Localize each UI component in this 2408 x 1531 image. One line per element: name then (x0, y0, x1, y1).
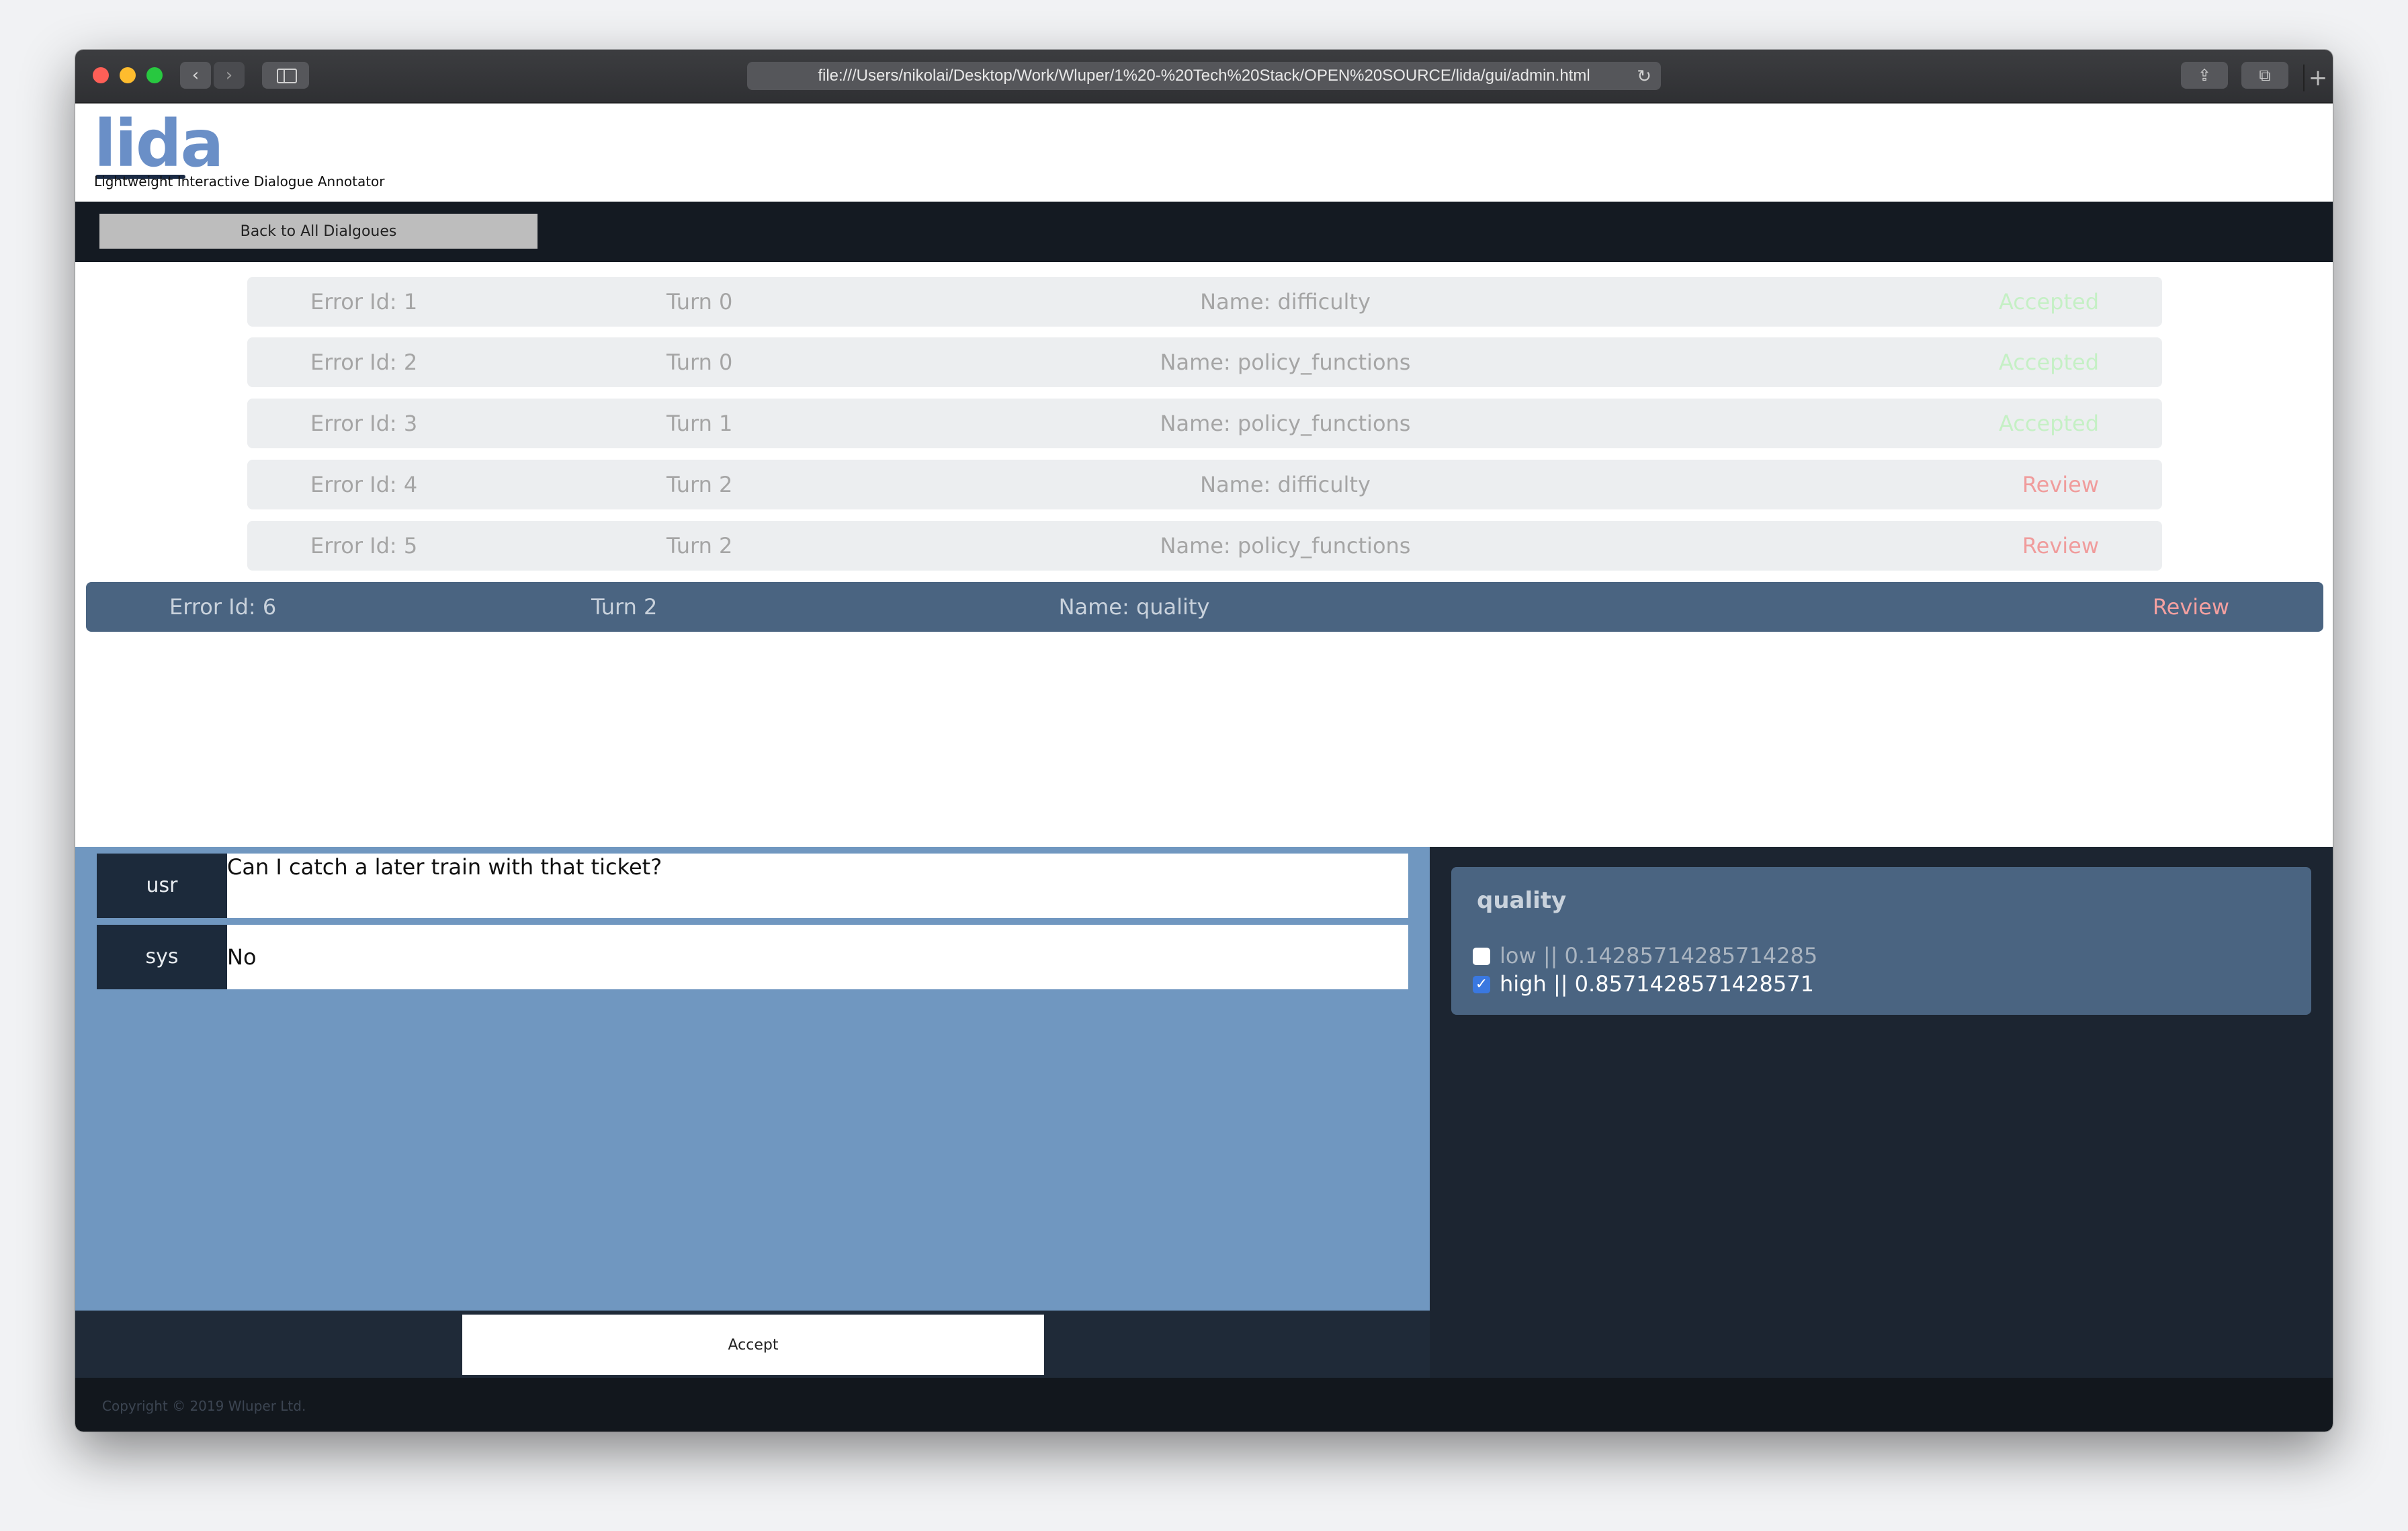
reload-icon[interactable]: ↻ (1637, 62, 1651, 90)
new-tab-icon[interactable]: + (2303, 65, 2331, 91)
sidebar-toggle-button[interactable] (262, 62, 309, 89)
app-subtitle: Lightweight Interactive Dialogue Annotat… (94, 173, 385, 190)
footer: Copyright © 2019 Wluper Ltd. (75, 1378, 2333, 1432)
utterance-text[interactable]: No (227, 925, 1408, 989)
address-bar[interactable]: file:///Users/nikolai/Desktop/Work/Wlupe… (747, 62, 1661, 90)
error-turn: Turn 2 (666, 472, 733, 497)
error-list: Error Id: 1 Turn 0 Name: difficulty Acce… (75, 262, 2333, 800)
error-name: Name: policy_functions (1160, 411, 1411, 436)
forward-icon[interactable]: › (214, 62, 245, 89)
top-navbar: Back to All Dialgoues (75, 202, 2333, 262)
speaker-label: usr (97, 854, 227, 918)
label-panel: quality low || 0.14285714285714285 ✓ hig… (1430, 847, 2333, 1378)
share-icon[interactable]: ⇪ (2181, 62, 2228, 89)
copyright-text: Copyright © 2019 Wluper Ltd. (102, 1398, 306, 1414)
error-id: Error Id: 1 (310, 289, 418, 315)
back-to-all-dialogues-button[interactable]: Back to All Dialgoues (99, 214, 538, 249)
dialogue-turn-sys: sys No (97, 925, 1408, 989)
option-label: low || 0.14285714285714285 (1500, 943, 1818, 968)
dialogue-turn-usr: usr Can I catch a later train with that … (97, 854, 1408, 918)
status-badge: Accepted (1998, 349, 2099, 375)
error-id: Error Id: 2 (310, 349, 418, 375)
error-id: Error Id: 4 (310, 472, 418, 497)
error-row-5[interactable]: Error Id: 5 Turn 2 Name: policy_function… (247, 521, 2162, 571)
browser-window: ‹ › file:///Users/nikolai/Desktop/Work/W… (75, 50, 2333, 1432)
zoom-window-button[interactable] (146, 67, 163, 83)
minimize-window-button[interactable] (120, 67, 136, 83)
error-row-2[interactable]: Error Id: 2 Turn 0 Name: policy_function… (247, 337, 2162, 387)
browser-titlebar: ‹ › file:///Users/nikolai/Desktop/Work/W… (75, 50, 2333, 104)
speaker-label: sys (97, 925, 227, 989)
url-text: file:///Users/nikolai/Desktop/Work/Wlupe… (818, 67, 1590, 85)
tabs-overview-icon[interactable]: ⧉ (2241, 62, 2288, 89)
utterance-text[interactable]: Can I catch a later train with that tick… (227, 854, 1408, 918)
status-badge: Review (2022, 533, 2099, 558)
error-id: Error Id: 3 (310, 411, 418, 436)
back-icon[interactable]: ‹ (180, 62, 211, 89)
error-turn: Turn 2 (666, 533, 733, 558)
option-label: high || 0.8571428571428571 (1500, 971, 1814, 997)
checkbox-high[interactable]: ✓ (1473, 976, 1490, 993)
error-name: Name: policy_functions (1160, 533, 1411, 558)
close-window-button[interactable] (93, 67, 109, 83)
accept-bar: Accept (75, 1311, 1430, 1378)
label-title: quality (1477, 887, 1567, 914)
error-name: Name: quality (1058, 594, 1210, 620)
label-card-quality: quality low || 0.14285714285714285 ✓ hig… (1451, 867, 2311, 1015)
error-turn: Turn 1 (666, 411, 733, 436)
status-badge: Accepted (1998, 411, 2099, 436)
accept-button[interactable]: Accept (462, 1315, 1044, 1375)
page: lida Lightweight Interactive Dialogue An… (75, 104, 2333, 1432)
error-turn: Turn 0 (666, 349, 733, 375)
error-row-4[interactable]: Error Id: 4 Turn 2 Name: difficulty Revi… (247, 460, 2162, 509)
error-row-3[interactable]: Error Id: 3 Turn 1 Name: policy_function… (247, 399, 2162, 448)
status-badge: Review (2152, 594, 2229, 620)
checkbox-low[interactable] (1473, 948, 1490, 965)
error-id: Error Id: 6 (169, 594, 277, 620)
error-row-1[interactable]: Error Id: 1 Turn 0 Name: difficulty Acce… (247, 277, 2162, 327)
status-badge: Accepted (1998, 289, 2099, 315)
error-name: Name: difficulty (1200, 472, 1371, 497)
logo: lida (94, 106, 224, 181)
error-row-6-selected[interactable]: Error Id: 6 Turn 2 Name: quality Review (86, 582, 2323, 632)
error-id: Error Id: 5 (310, 533, 418, 558)
error-name: Name: policy_functions (1160, 349, 1411, 375)
error-turn: Turn 2 (591, 594, 658, 620)
logo-text: lida (94, 106, 224, 181)
error-turn: Turn 0 (666, 289, 733, 315)
status-badge: Review (2022, 472, 2099, 497)
sidebar-icon (277, 69, 297, 83)
error-name: Name: difficulty (1200, 289, 1371, 315)
dialogue-panel: usr Can I catch a later train with that … (75, 847, 1430, 1311)
